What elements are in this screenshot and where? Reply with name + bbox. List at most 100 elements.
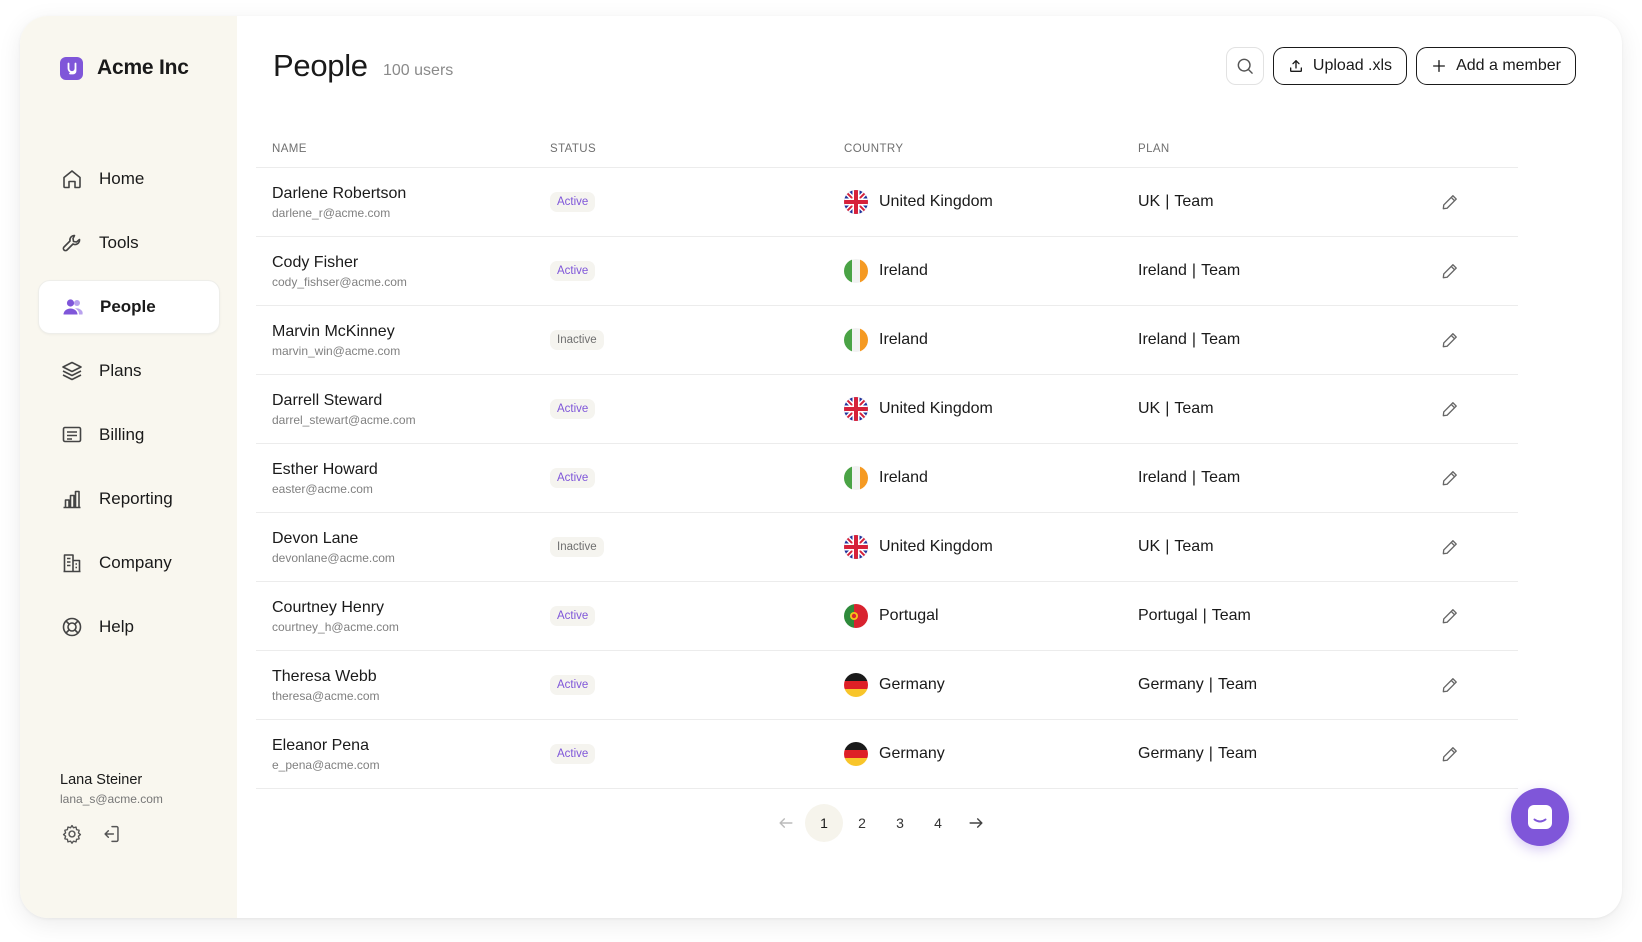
name-cell: Courtney Henry courtney_h@acme.com [256, 599, 550, 634]
plan-region: Germany [1138, 676, 1204, 693]
status-badge: Inactive [550, 330, 604, 350]
table-row[interactable]: Theresa Webb theresa@acme.com Active German… [256, 651, 1518, 720]
edit-button[interactable] [1438, 604, 1462, 628]
pencil-icon [1442, 195, 1457, 210]
name-cell: Devon Lane devonlane@acme.com [256, 530, 550, 565]
table-row[interactable]: Courtney Henry courtney_h@acme.com Active P… [256, 582, 1518, 651]
edit-button[interactable] [1438, 190, 1462, 214]
table-header: NAME STATUS COUNTRY PLAN [256, 130, 1518, 168]
brand[interactable]: Acme Inc [60, 56, 189, 80]
plan-region: UK [1138, 538, 1161, 555]
edit-button[interactable] [1438, 397, 1462, 421]
plan-separator: | [1202, 607, 1207, 624]
sidebar-item-plans[interactable]: Plans [38, 344, 220, 398]
brand-logo-icon [67, 62, 76, 75]
plan-tier: Team [1174, 538, 1214, 555]
table-row[interactable]: Marvin McKinney marvin_win@acme.com Inacti… [256, 306, 1518, 375]
logout-button[interactable] [100, 822, 124, 846]
plan-cell: Germany | Team [1138, 676, 1438, 694]
user-count: 100 users [383, 62, 454, 79]
pencil-icon [1442, 402, 1457, 417]
add-member-button[interactable]: Add a member [1416, 47, 1576, 85]
brand-logo [60, 56, 83, 80]
table-row[interactable]: Devon Lane devonlane@acme.com Inactive Unit… [256, 513, 1518, 582]
action-cell [1438, 397, 1518, 421]
status-badge: Active [550, 399, 596, 419]
edit-button[interactable] [1438, 742, 1462, 766]
table-row[interactable]: Cody Fisher cody_fishser@acme.com Active Ir… [256, 237, 1518, 306]
action-cell [1438, 259, 1518, 283]
country-cell: Ireland [844, 259, 1138, 283]
country-name: Ireland [879, 469, 928, 486]
search-button[interactable] [1225, 47, 1264, 85]
flag-pt-icon [844, 604, 868, 628]
table-row[interactable]: Eleanor Pena e_pena@acme.com Active Germany… [256, 720, 1518, 789]
edit-button[interactable] [1438, 535, 1462, 559]
country-cell: Ireland [844, 328, 1138, 352]
edit-button[interactable] [1438, 466, 1462, 490]
flag-uk-icon [844, 397, 868, 421]
sidebar-item-billing[interactable]: Billing [38, 408, 220, 462]
person-email: marvin_win@acme.com [272, 343, 401, 358]
sidebar-item-tools[interactable]: Tools [38, 216, 220, 270]
pencil-icon [1442, 678, 1457, 693]
country-name: United Kingdom [879, 400, 993, 417]
country-cell: Ireland [844, 466, 1138, 490]
name-cell: Esther Howard easter@acme.com [256, 461, 550, 496]
people-table: NAME STATUS COUNTRY PLAN Darlene Roberts… [256, 130, 1518, 789]
edit-button[interactable] [1438, 673, 1462, 697]
status-cell: Inactive [550, 537, 844, 557]
action-cell [1438, 535, 1518, 559]
chat-launcher-button[interactable] [1511, 788, 1569, 846]
search-icon [1237, 58, 1253, 74]
brand-name: Acme Inc [97, 56, 189, 79]
settings-button[interactable] [60, 822, 84, 846]
page-button-3[interactable]: 3 [881, 804, 919, 842]
plus-icon [1433, 60, 1446, 72]
sidebar-item-label: Company [99, 553, 172, 572]
plan-tier: Team [1201, 262, 1241, 279]
column-header-status[interactable]: STATUS [550, 143, 844, 155]
sidebar-item-label: People [100, 297, 156, 316]
sidebar-item-people[interactable]: People [38, 280, 220, 334]
column-header-country[interactable]: COUNTRY [844, 143, 1138, 155]
status-badge: Active [550, 468, 596, 488]
person-name: Marvin McKinney [272, 322, 395, 340]
sidebar-item-company[interactable]: Company [38, 536, 220, 590]
user-actions [60, 822, 124, 846]
sidebar-nav: Home Tools People Plans Billing Reportin… [38, 152, 220, 664]
status-cell: Active [550, 468, 844, 488]
main-content: People 100 users Upload .xls Add a membe… [237, 16, 1622, 918]
page-button-2[interactable]: 2 [843, 804, 881, 842]
table-row[interactable]: Esther Howard easter@acme.com Active Irelan… [256, 444, 1518, 513]
building-icon [63, 554, 81, 573]
pencil-icon [1442, 609, 1457, 624]
sidebar-item-home[interactable]: Home [38, 152, 220, 206]
prev-page-button[interactable] [767, 804, 805, 842]
flag-uk-icon [844, 535, 868, 559]
flag-de-icon [844, 673, 868, 697]
page-button-1[interactable]: 1 [805, 804, 843, 842]
edit-button[interactable] [1438, 259, 1462, 283]
edit-button[interactable] [1438, 328, 1462, 352]
sidebar-item-reporting[interactable]: Reporting [38, 472, 220, 526]
plan-tier: Team [1211, 607, 1251, 624]
page-button-4[interactable]: 4 [919, 804, 957, 842]
next-page-button[interactable] [957, 804, 995, 842]
person-name: Esther Howard [272, 460, 378, 478]
app-window: Acme Inc Home Tools People Plans Billing [20, 16, 1622, 918]
lifebuoy-icon [62, 617, 82, 637]
sidebar-item-label: Help [99, 617, 134, 636]
sidebar-item-help[interactable]: Help [38, 600, 220, 654]
upload-xls-button[interactable]: Upload .xls [1272, 47, 1408, 85]
arrow-left-icon [779, 818, 793, 828]
plan-separator: | [1191, 331, 1197, 348]
column-header-name[interactable]: NAME [256, 143, 550, 155]
action-cell [1438, 466, 1518, 490]
user-email: lana_s@acme.com [60, 792, 163, 806]
column-header-plan[interactable]: PLAN [1138, 143, 1438, 155]
table-row[interactable]: Darlene Robertson darlene_r@acme.com Activ… [256, 168, 1518, 237]
table-row[interactable]: Darrell Steward darrel_stewart@acme.com Ac… [256, 375, 1518, 444]
plan-cell: Ireland | Team [1138, 331, 1438, 349]
plan-tier: Team [1217, 676, 1258, 693]
